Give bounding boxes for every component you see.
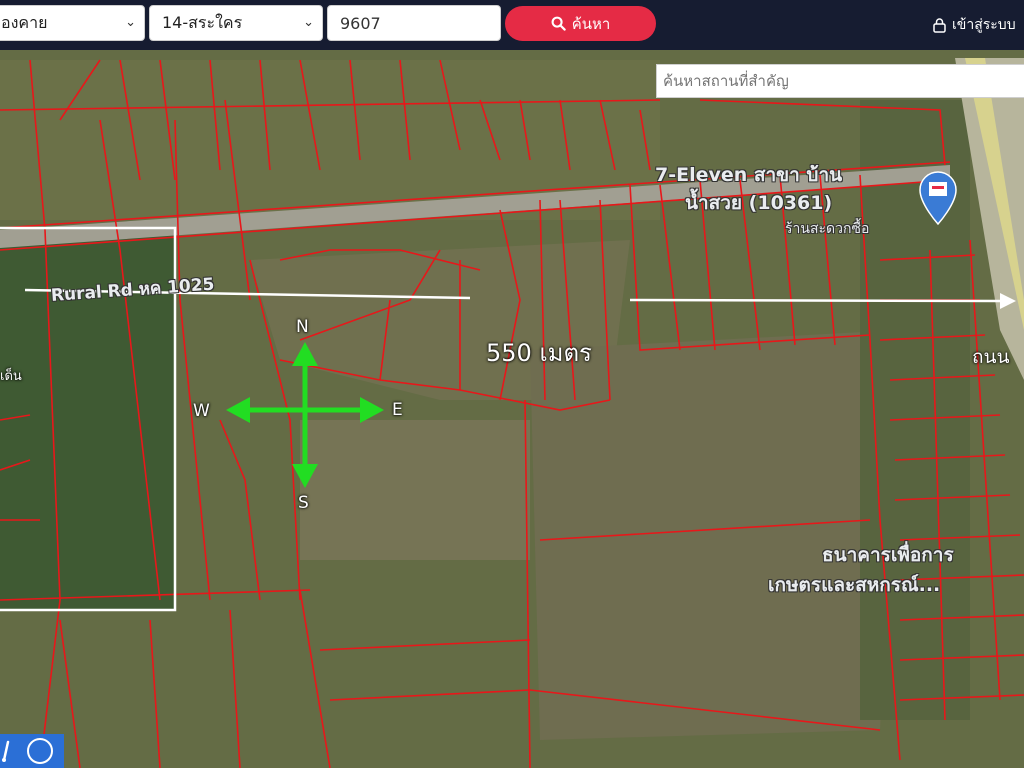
search-icon: [551, 16, 566, 31]
search-button-label: ค้นหา: [571, 14, 611, 33]
parcel-number-input[interactable]: [327, 5, 501, 41]
poi-711-line1: 7-Eleven สาขา บ้าน: [655, 164, 843, 186]
lock-icon: [933, 17, 946, 33]
poi-bank-line2: เกษตรและสหกรณ์...: [768, 574, 941, 596]
compass-n-label: N: [296, 317, 309, 337]
district-select[interactable]: 14-สระใคร ⌄: [149, 5, 323, 41]
chevron-down-icon: ⌄: [125, 15, 136, 30]
province-select[interactable]: องคาย ⌄: [0, 5, 145, 41]
map-canvas: [0, 50, 1024, 768]
compass-e-label: E: [392, 400, 403, 420]
road-right-label: ถนน: [972, 346, 1010, 368]
poi-711-subtitle: ร้านสะดวกซื้อ: [785, 221, 870, 237]
login-link[interactable]: เข้าสู่ระบบ: [933, 14, 1016, 36]
map-tools-bar: [0, 734, 64, 768]
place-search-input[interactable]: [656, 64, 1024, 98]
open-field: [530, 330, 900, 740]
rice-paddies: [300, 420, 530, 560]
left-edge-label: เด็น: [0, 369, 22, 384]
compass-s-label: S: [298, 493, 309, 513]
top-navbar: องคาย ⌄ 14-สระใคร ⌄ ค้นหา เข้าสู่ระบบ: [0, 0, 1024, 50]
poi-711-line2: น้ำสวย (10361): [685, 192, 833, 214]
login-label: เข้าสู่ระบบ: [952, 17, 1016, 33]
search-button[interactable]: ค้นหา: [505, 6, 656, 41]
province-select-value: องคาย: [1, 13, 48, 32]
circle-tool-icon[interactable]: [27, 738, 53, 764]
distance-label: 550 เมตร: [486, 339, 592, 367]
satellite-map[interactable]: Rural Rd หค 1025 550 เมตร 7-Eleven สาขา …: [0, 50, 1024, 768]
poi-bank-line1: ธนาคารเพื่อการ: [822, 544, 954, 566]
distance-line-right: [629, 298, 1001, 303]
chevron-down-icon: ⌄: [303, 15, 314, 30]
ruler-icon[interactable]: [2, 740, 10, 762]
compass-w-label: W: [193, 401, 210, 421]
district-select-value: 14-สระใคร: [162, 13, 243, 32]
